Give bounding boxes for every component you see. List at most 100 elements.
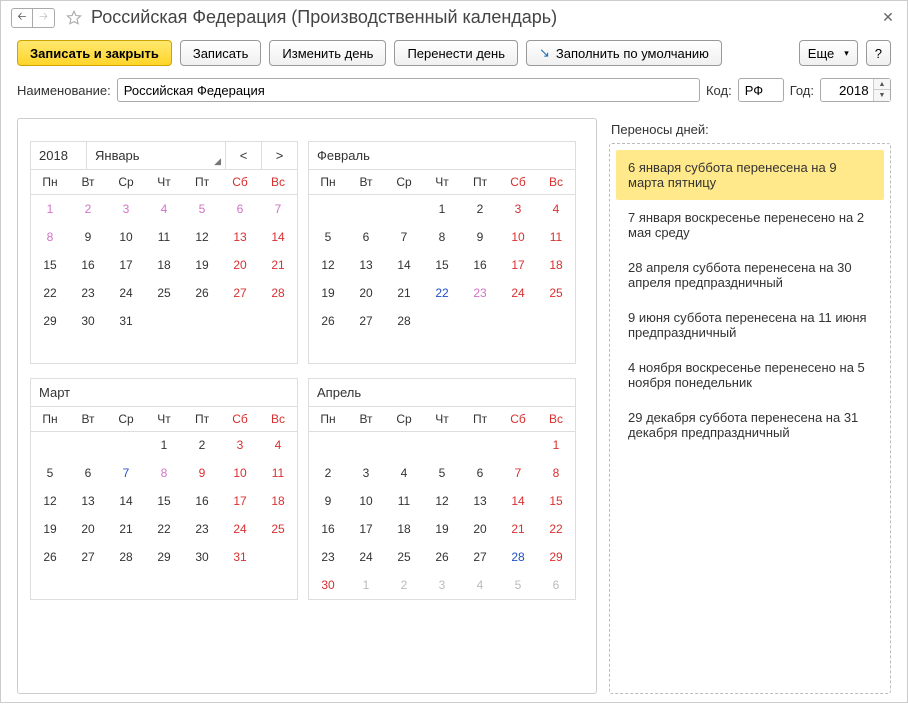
calendar-day[interactable]: 30 [69, 307, 107, 335]
calendar-day[interactable]: 29 [537, 543, 575, 571]
calendar-day[interactable]: 7 [259, 195, 297, 223]
code-input[interactable] [738, 78, 784, 102]
calendar-day[interactable]: 16 [309, 515, 347, 543]
calendar-day[interactable]: 6 [221, 195, 259, 223]
calendar-day[interactable]: 22 [31, 279, 69, 307]
close-button[interactable]: ✕ [879, 9, 897, 27]
calendar-day[interactable]: 29 [145, 543, 183, 571]
calendar-day[interactable]: 10 [221, 459, 259, 487]
calendar-day[interactable]: 31 [107, 307, 145, 335]
calendar-day[interactable]: 26 [31, 543, 69, 571]
calendar-day[interactable]: 24 [347, 543, 385, 571]
calendar-day[interactable]: 10 [347, 487, 385, 515]
calendar-day[interactable]: 30 [309, 571, 347, 599]
calendar-day[interactable]: 25 [385, 543, 423, 571]
change-day-button[interactable]: Изменить день [269, 40, 386, 66]
calendar-day[interactable]: 17 [107, 251, 145, 279]
nav-forward-button[interactable]: 🡢 [33, 8, 55, 28]
calendar-day[interactable]: 19 [183, 251, 221, 279]
calendar-day[interactable]: 28 [107, 543, 145, 571]
nav-back-button[interactable]: 🡠 [11, 8, 33, 28]
calendar-day[interactable]: 5 [31, 459, 69, 487]
calendar-day[interactable]: 19 [423, 515, 461, 543]
calendar-day[interactable]: 2 [69, 195, 107, 223]
calendar-day[interactable]: 25 [145, 279, 183, 307]
calendar-day[interactable]: 28 [259, 279, 297, 307]
save-button[interactable]: Записать [180, 40, 262, 66]
calendar-day[interactable]: 13 [221, 223, 259, 251]
calendar-day[interactable]: 12 [183, 223, 221, 251]
calendar-day[interactable]: 1 [347, 571, 385, 599]
calendar-day[interactable]: 5 [309, 223, 347, 251]
calendar-day[interactable]: 3 [221, 431, 259, 459]
calendar-day[interactable]: 4 [259, 431, 297, 459]
calendar-day[interactable]: 21 [499, 515, 537, 543]
calendar-day[interactable]: 7 [107, 459, 145, 487]
transfer-item[interactable]: 28 апреля суббота перенесена на 30 апрел… [616, 250, 884, 300]
help-button[interactable]: ? [866, 40, 891, 66]
calendar-day[interactable]: 28 [385, 307, 423, 335]
calendar-day[interactable]: 12 [423, 487, 461, 515]
calendar-day[interactable]: 19 [31, 515, 69, 543]
transfer-item[interactable]: 9 июня суббота перенесена на 11 июня пре… [616, 300, 884, 350]
calendar-day[interactable]: 14 [259, 223, 297, 251]
calendar-day[interactable]: 6 [347, 223, 385, 251]
calendar-day[interactable]: 24 [499, 279, 537, 307]
calendar-day[interactable]: 3 [107, 195, 145, 223]
calendar-day[interactable]: 3 [499, 195, 537, 223]
calendar-day[interactable]: 27 [69, 543, 107, 571]
calendar-day[interactable]: 15 [145, 487, 183, 515]
calendar-day[interactable]: 18 [537, 251, 575, 279]
calendar-day[interactable]: 30 [183, 543, 221, 571]
calendar-day[interactable]: 22 [537, 515, 575, 543]
calendar-day[interactable]: 15 [423, 251, 461, 279]
calendar-day[interactable]: 4 [385, 459, 423, 487]
calendar-day[interactable]: 11 [259, 459, 297, 487]
name-input[interactable] [117, 78, 700, 102]
calendar-day[interactable]: 4 [461, 571, 499, 599]
calendar-day[interactable]: 1 [31, 195, 69, 223]
calendar-day[interactable]: 4 [145, 195, 183, 223]
calendar-day[interactable]: 5 [423, 459, 461, 487]
calendar-day[interactable]: 5 [499, 571, 537, 599]
calendar-day[interactable]: 23 [461, 279, 499, 307]
calendar-day[interactable]: 17 [347, 515, 385, 543]
calendar-day[interactable]: 6 [69, 459, 107, 487]
calendar-day[interactable]: 31 [221, 543, 259, 571]
calendar-day[interactable]: 20 [221, 251, 259, 279]
transfer-item[interactable]: 29 декабря суббота перенесена на 31 дека… [616, 400, 884, 450]
calendar-day[interactable]: 20 [347, 279, 385, 307]
calendar-day[interactable]: 1 [537, 431, 575, 459]
calendar-day[interactable]: 22 [145, 515, 183, 543]
calendar-day[interactable]: 23 [183, 515, 221, 543]
calendar-day[interactable]: 2 [183, 431, 221, 459]
calendar-day[interactable]: 11 [385, 487, 423, 515]
calendar-day[interactable]: 26 [423, 543, 461, 571]
calendar-day[interactable]: 13 [69, 487, 107, 515]
calendar-day[interactable]: 17 [499, 251, 537, 279]
calendar-day[interactable]: 25 [537, 279, 575, 307]
calendar-day[interactable]: 2 [309, 459, 347, 487]
calendar-day[interactable]: 21 [259, 251, 297, 279]
calendar-day[interactable]: 22 [423, 279, 461, 307]
calendar-day[interactable]: 2 [461, 195, 499, 223]
calendar-day[interactable]: 15 [31, 251, 69, 279]
calendar-day[interactable]: 18 [385, 515, 423, 543]
calendar-day[interactable]: 6 [537, 571, 575, 599]
calendar-day[interactable]: 13 [461, 487, 499, 515]
calendar-day[interactable]: 17 [221, 487, 259, 515]
calendar-day[interactable]: 13 [347, 251, 385, 279]
month-prev-button[interactable]: < [225, 142, 261, 169]
month-next-button[interactable]: > [261, 142, 297, 169]
year-input[interactable] [821, 79, 873, 101]
transfer-item[interactable]: 7 января воскресенье перенесено на 2 мая… [616, 200, 884, 250]
fill-default-button[interactable]: ↘ Заполнить по умолчанию [526, 40, 722, 66]
calendar-day[interactable]: 14 [499, 487, 537, 515]
calendar-day[interactable]: 12 [31, 487, 69, 515]
calendar-day[interactable]: 16 [183, 487, 221, 515]
calendar-day[interactable]: 23 [69, 279, 107, 307]
calendar-day[interactable]: 21 [385, 279, 423, 307]
month-name[interactable]: Январь◢ [87, 142, 225, 169]
calendar-day[interactable]: 21 [107, 515, 145, 543]
calendar-day[interactable]: 16 [69, 251, 107, 279]
